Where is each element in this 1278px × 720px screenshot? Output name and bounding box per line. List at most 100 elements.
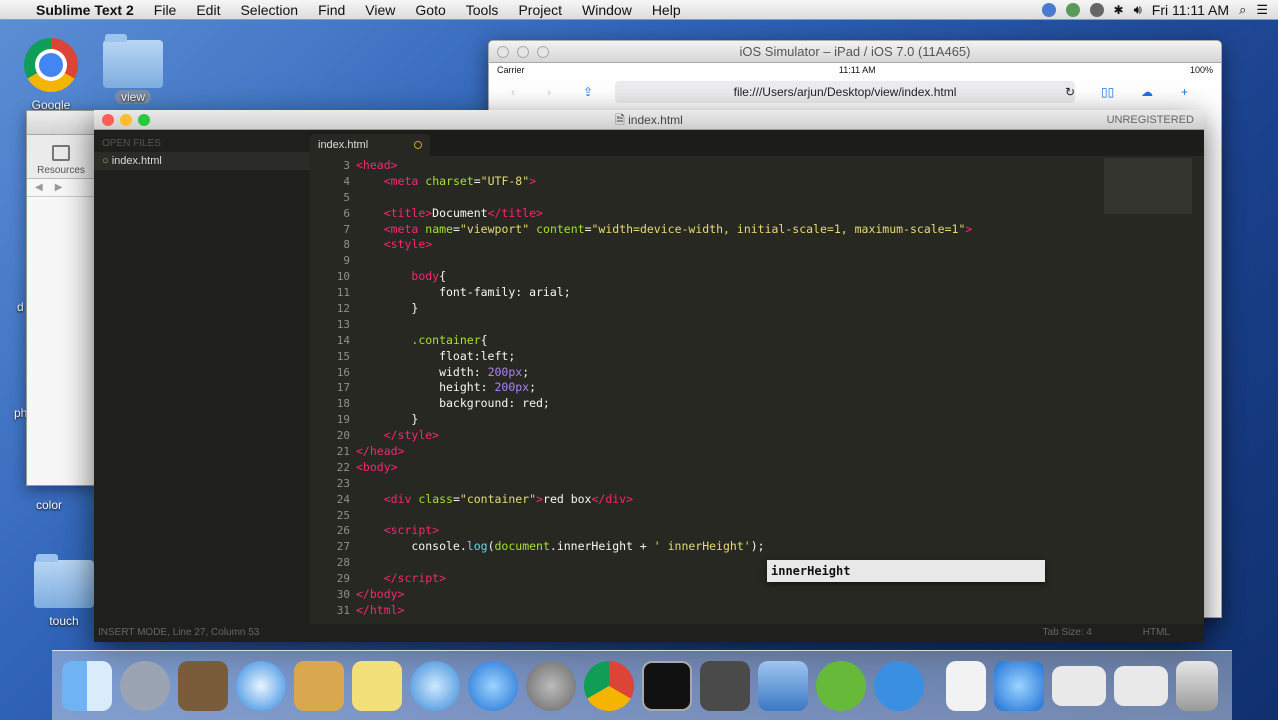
preview-icon[interactable] [178,660,228,711]
menu-view[interactable]: View [365,2,395,18]
line-number: 15 [336,349,350,363]
bookmarks-icon[interactable]: ▯▯ [1101,85,1114,99]
syntax-selector[interactable]: HTML [1143,624,1170,642]
desktop-label: touch [49,614,79,628]
zoom-button[interactable] [537,46,549,58]
safari-icon[interactable] [236,660,286,711]
zoom-button[interactable] [138,114,150,126]
add-tab-icon[interactable]: + [1181,85,1188,99]
close-button[interactable] [497,46,509,58]
line-number: 3 [343,159,350,172]
xcode-icon[interactable] [758,660,808,711]
sidebar-header: OPEN FILES [102,138,161,149]
resources-icon[interactable] [52,145,70,161]
menubar-clock[interactable]: Fri 11:11 AM [1152,2,1229,18]
unsaved-dot-icon[interactable] [414,141,422,149]
app-store-icon[interactable] [994,660,1044,711]
utorrent-icon[interactable] [816,660,866,711]
line-number: 10 [336,270,350,284]
contacts-icon[interactable] [294,660,344,711]
menu-find[interactable]: Find [318,2,345,18]
sidebar-item-index[interactable]: ○ index.html [94,152,310,170]
sublime-window[interactable]: 🗎︎ index.html UNREGISTERED OPEN FILES ○ … [94,110,1204,642]
resources-label[interactable]: Resources [37,165,85,176]
menu-edit[interactable]: Edit [196,2,220,18]
menu-project[interactable]: Project [518,2,562,18]
minimize-button[interactable] [517,46,529,58]
menu-goto[interactable]: Goto [415,2,445,18]
desktop-folder-view[interactable]: view [103,30,163,104]
desktop-label: color [36,498,63,512]
app-store-icon[interactable] [468,660,518,711]
sublime-icon[interactable] [700,660,750,711]
line-number: 25 [336,508,350,522]
window-thumbnail-icon[interactable] [1114,665,1168,706]
close-button[interactable] [102,114,114,126]
reload-icon[interactable]: ↻ [1065,85,1075,99]
line-number: 13 [336,317,350,331]
launchpad-icon[interactable] [120,660,170,711]
clock-icon[interactable] [1089,3,1104,17]
window-titlebar [27,111,95,135]
tab-size-selector[interactable]: Tab Size: 4 [1043,624,1092,642]
app-menu[interactable]: Sublime Text 2 [36,2,134,18]
bluetooth-icon[interactable]: ✱ [1114,3,1124,17]
line-number: 18 [336,397,350,411]
ios-time: 11:11 AM [838,65,876,75]
stickies-icon[interactable] [352,660,402,711]
edge-icon[interactable] [874,660,924,711]
autocomplete-popup[interactable]: innerHeight [767,560,1045,582]
system-preferences-icon[interactable] [526,660,576,711]
spotlight-icon[interactable]: ⌕ [1239,2,1246,18]
notification-icon[interactable]: ☰ [1256,2,1268,18]
itunes-icon[interactable] [410,660,460,711]
background-window[interactable]: Resources ◀ ▶ [26,110,96,486]
line-number: 11 [336,286,350,300]
minimize-button[interactable] [120,114,132,126]
menu-tools[interactable]: Tools [466,2,499,18]
volume-icon[interactable]: 🔊︎ [1134,2,1142,18]
scrollbar[interactable] [1194,158,1204,622]
line-number: 20 [336,429,350,443]
simulator-titlebar: iOS Simulator – iPad / iOS 7.0 (11A465) [489,41,1221,63]
sidebar-file-label: index.html [111,155,162,167]
desktop-chrome[interactable]: Google [24,38,78,112]
back-icon[interactable]: ‹ [511,85,515,99]
folder-icon [34,554,94,608]
back-icon[interactable]: ◀ [35,182,43,193]
chrome-icon[interactable] [584,660,634,711]
share-icon[interactable]: ⇪ [583,85,593,99]
html-file-icon[interactable] [946,660,986,711]
menu-window[interactable]: Window [582,2,632,18]
window-thumbnail-icon[interactable] [1052,665,1106,706]
tab-index-html[interactable]: index.html [310,134,430,156]
line-number: 7 [343,222,350,236]
forward-icon[interactable]: › [547,85,551,99]
line-number: 19 [336,413,350,427]
tray-icon[interactable] [1065,3,1080,17]
forward-icon[interactable]: ▶ [55,182,63,193]
url-field[interactable]: file:///Users/arjun/Desktop/view/index.h… [615,81,1075,103]
menu-file[interactable]: File [154,2,177,18]
desktop-folder-touch[interactable]: touch [34,554,94,628]
dock [52,650,1232,720]
menu-selection[interactable]: Selection [240,2,298,18]
sublime-titlebar: 🗎︎ index.html UNREGISTERED [94,110,1204,130]
line-gutter: 3 4 5 6 7 8 9 10 11 12 13 14 15 16 17 18 19 20 21 22 23 24 25 2… [310,158,350,619]
line-number: 29 [336,572,350,586]
desktop-color[interactable]: color [36,498,62,512]
line-number: 31 [336,603,350,617]
terminal-icon[interactable] [642,660,692,711]
line-number: 22 [336,460,350,474]
trash-icon[interactable] [1176,660,1218,711]
finder-icon[interactable] [62,660,112,711]
line-number: 14 [336,333,350,347]
cloud-icon[interactable]: ☁ [1141,85,1153,99]
line-number: 24 [336,492,350,506]
minimap[interactable] [1104,158,1192,214]
code-editor[interactable]: <head> <meta charset="UTF-8"> <title>Doc… [356,158,1084,619]
tray-icon[interactable] [1041,3,1056,17]
status-text: INSERT MODE, Line 27, Column 53 [98,627,260,638]
menu-bar: Sublime Text 2 File Edit Selection Find … [0,0,1278,20]
menu-help[interactable]: Help [652,2,681,18]
